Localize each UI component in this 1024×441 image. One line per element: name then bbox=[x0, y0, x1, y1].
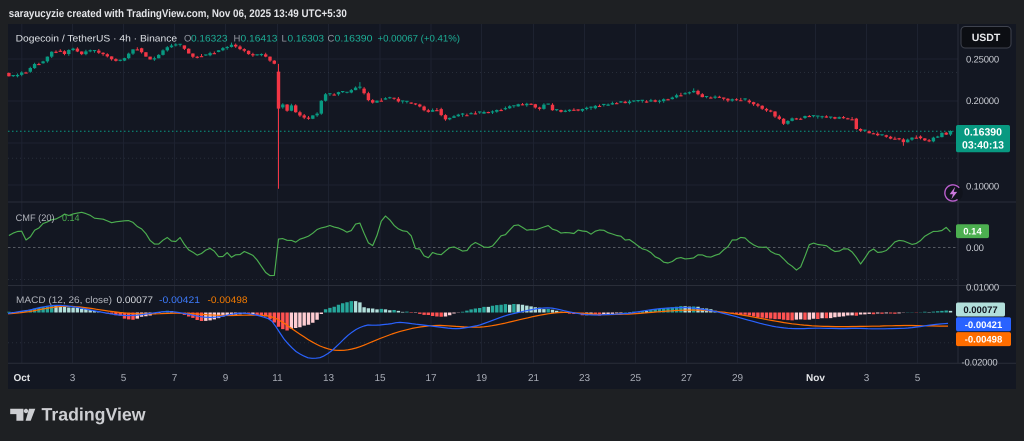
svg-text:0.14: 0.14 bbox=[963, 227, 982, 238]
svg-text:0.00077: 0.00077 bbox=[963, 305, 997, 316]
svg-text:0.16303: 0.16303 bbox=[288, 33, 325, 44]
svg-text:0.16323: 0.16323 bbox=[191, 33, 228, 44]
svg-text:Oct: Oct bbox=[13, 373, 30, 384]
svg-text:0.14: 0.14 bbox=[62, 213, 80, 224]
svg-text:29: 29 bbox=[732, 373, 744, 384]
svg-text:5: 5 bbox=[915, 373, 921, 384]
svg-text:0.16413: 0.16413 bbox=[241, 33, 278, 44]
svg-text:0.00: 0.00 bbox=[966, 243, 984, 254]
svg-text:0.16390: 0.16390 bbox=[964, 127, 1002, 139]
svg-text:0.10000: 0.10000 bbox=[966, 181, 999, 192]
svg-text:TradingView: TradingView bbox=[42, 405, 147, 425]
svg-text:C: C bbox=[328, 33, 335, 44]
svg-text:3: 3 bbox=[70, 373, 76, 384]
svg-text:0.25000: 0.25000 bbox=[966, 54, 999, 65]
svg-text:17: 17 bbox=[425, 373, 437, 384]
svg-text:15: 15 bbox=[374, 373, 386, 384]
svg-text:+0.00067 (+0.41%): +0.00067 (+0.41%) bbox=[378, 33, 461, 44]
svg-text:Nov: Nov bbox=[806, 373, 825, 384]
svg-text:13: 13 bbox=[323, 373, 335, 384]
svg-text:-0.00421: -0.00421 bbox=[965, 320, 1003, 331]
svg-text:MACD (12, 26, close): MACD (12, 26, close) bbox=[16, 295, 112, 306]
svg-text:USDT: USDT bbox=[972, 32, 1001, 44]
svg-text:21: 21 bbox=[528, 373, 540, 384]
svg-text:11: 11 bbox=[272, 373, 283, 384]
svg-text:-0.02000: -0.02000 bbox=[962, 357, 998, 368]
svg-text:23: 23 bbox=[579, 373, 591, 384]
svg-text:H: H bbox=[234, 33, 241, 44]
svg-text:CMF (20): CMF (20) bbox=[16, 213, 55, 224]
svg-text:0.20000: 0.20000 bbox=[966, 96, 999, 107]
svg-text:-0.00421: -0.00421 bbox=[159, 295, 200, 306]
svg-text:Dogecoin / TetherUS · 4h · Bin: Dogecoin / TetherUS · 4h · Binance bbox=[16, 33, 178, 44]
svg-text:9: 9 bbox=[223, 373, 229, 384]
svg-text:0.01000: 0.01000 bbox=[966, 282, 999, 293]
svg-text:25: 25 bbox=[630, 373, 642, 384]
svg-text:-0.00498: -0.00498 bbox=[208, 295, 248, 306]
svg-text:3: 3 bbox=[864, 373, 870, 384]
svg-text:0.16390: 0.16390 bbox=[335, 33, 373, 44]
svg-text:sarayucyzie created with Tradi: sarayucyzie created with TradingView.com… bbox=[9, 8, 347, 20]
svg-text:L: L bbox=[282, 33, 287, 44]
svg-text:7: 7 bbox=[172, 373, 178, 384]
svg-text:0.00077: 0.00077 bbox=[117, 295, 154, 306]
svg-text:-0.00498: -0.00498 bbox=[965, 335, 1003, 346]
svg-text:19: 19 bbox=[476, 373, 488, 384]
svg-text:03:40:13: 03:40:13 bbox=[962, 140, 1004, 152]
svg-text:27: 27 bbox=[681, 373, 693, 384]
svg-text:5: 5 bbox=[121, 373, 127, 384]
